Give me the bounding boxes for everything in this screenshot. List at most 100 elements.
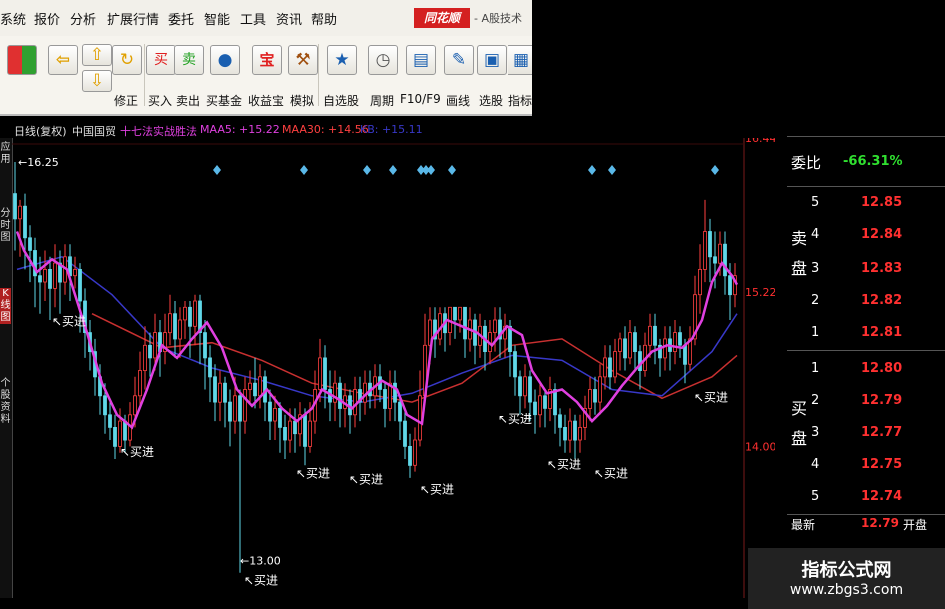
period-button[interactable]: ◷ 周期 xyxy=(364,40,400,110)
candle-body xyxy=(493,319,497,334)
buy-fund-label: 买基金 xyxy=(205,94,242,108)
period-text[interactable]: 日线(复权) xyxy=(14,123,67,139)
candle-body xyxy=(723,243,727,277)
candle-body xyxy=(223,382,227,403)
buy-fund-button[interactable]: ● 买基金 xyxy=(204,40,244,110)
tab-stock-profile[interactable]: 个股资料 xyxy=(0,378,11,426)
sell-row-2[interactable]: 2 12.82 xyxy=(787,286,945,316)
watchlist-button[interactable]: ★ 自选股 xyxy=(320,40,362,110)
buy-price: 12.80 xyxy=(861,361,903,376)
candle-body xyxy=(518,376,522,397)
candle-body xyxy=(618,338,622,352)
clock-icon: ◷ xyxy=(368,45,398,75)
signal-diamond xyxy=(300,165,308,175)
candle-body xyxy=(203,332,207,359)
menu-news[interactable]: 资讯 xyxy=(276,9,302,28)
order-book-divider xyxy=(787,514,945,515)
indicator-button[interactable]: ▦ 指标 xyxy=(508,40,532,110)
menu-tools[interactable]: 工具 xyxy=(240,9,266,28)
candle-body xyxy=(28,237,32,251)
low-price-label: ←13.00 xyxy=(240,555,281,568)
candle-body xyxy=(233,395,237,422)
candle-body xyxy=(573,420,577,441)
tab-apps[interactable]: 应用 xyxy=(0,142,11,166)
candle-body xyxy=(218,382,222,403)
signal-diamond xyxy=(588,165,596,175)
grid-icon xyxy=(7,45,37,75)
candle-body xyxy=(393,382,397,403)
menu-analysis[interactable]: 分析 xyxy=(70,9,96,28)
buy-row-5[interactable]: 5 12.74 xyxy=(787,482,945,512)
up-arrow-icon[interactable]: ⇧ xyxy=(82,44,112,66)
candle-body xyxy=(253,382,257,397)
buy-row-2[interactable]: 2 12.79 xyxy=(787,386,945,416)
menu-extended-quotes[interactable]: 扩展行情 xyxy=(107,9,159,28)
candle-body xyxy=(553,389,557,416)
sell-button[interactable]: 卖 卖出 xyxy=(174,40,204,110)
candle-body xyxy=(413,439,417,466)
menu-system[interactable]: 系统 xyxy=(0,9,26,28)
scroll-buttons[interactable]: ⇧ ⇩ xyxy=(82,40,112,110)
buy-row-1[interactable]: 1 12.80 xyxy=(787,354,945,384)
indicator-icon: ▦ xyxy=(508,45,532,75)
toolbar: ⇦ ⇧ ⇩ ↻ 修正 买 买入 卖 卖出 ● 买基金 宝 收益宝 ⚒ 模拟 ★ … xyxy=(0,36,532,116)
draw-line-button[interactable]: ✎ 画线 xyxy=(440,40,476,110)
candle-body xyxy=(73,268,77,277)
buy-price: 12.79 xyxy=(861,393,903,408)
buy-level: 5 xyxy=(811,489,820,504)
sell-row-3[interactable]: 3 12.83 xyxy=(787,254,945,284)
simulate-button[interactable]: ⚒ 模拟 xyxy=(288,40,318,110)
tab-kline[interactable]: K线图 xyxy=(0,288,11,324)
refresh-icon: ↻ xyxy=(112,45,142,75)
price-tick-label: 16.44 xyxy=(745,138,775,145)
price-tick-label: 14.00 xyxy=(745,440,775,453)
down-arrow-icon[interactable]: ⇩ xyxy=(82,70,112,92)
sell-price: 12.85 xyxy=(861,195,903,210)
sell-row-1[interactable]: 1 12.81 xyxy=(787,318,945,348)
simulate-label: 模拟 xyxy=(289,94,314,108)
candle-body xyxy=(318,357,322,390)
buy-price: 12.77 xyxy=(861,425,903,440)
candle-body xyxy=(623,338,627,359)
signal-diamond xyxy=(711,165,719,175)
buy-signal-label: ↖买进 xyxy=(244,574,278,588)
weibi-row: 委比 -66.31% xyxy=(787,136,945,187)
buy-level: 4 xyxy=(811,457,820,472)
back-button[interactable]: ⇦ xyxy=(42,40,82,110)
buy-signal-label: ↖买进 xyxy=(498,412,532,426)
candle-body xyxy=(563,426,567,441)
stock-screen-label: 选股 xyxy=(478,94,503,108)
sell-price: 12.84 xyxy=(861,227,903,242)
menu-help[interactable]: 帮助 xyxy=(311,9,337,28)
candle-body xyxy=(703,231,707,270)
candle-body xyxy=(113,426,117,447)
layout-button[interactable] xyxy=(4,40,38,110)
order-book-divider xyxy=(787,350,945,351)
draw-line-label: 画线 xyxy=(445,94,470,108)
buy-button[interactable]: 买 买入 xyxy=(146,40,176,110)
watchlist-label: 自选股 xyxy=(322,94,359,108)
f10-button[interactable]: ▤ F10/F9 xyxy=(400,40,441,110)
correct-button[interactable]: ↻ 修正 xyxy=(110,40,142,110)
buy-price: 12.74 xyxy=(861,489,903,504)
menu-order[interactable]: 委托 xyxy=(168,9,194,28)
candle-body xyxy=(648,325,652,346)
weibi-label: 委比 xyxy=(791,154,822,172)
candle-body xyxy=(213,376,217,403)
candle-body xyxy=(398,401,402,422)
tab-intraday[interactable]: 分时图 xyxy=(0,208,11,244)
menu-quote[interactable]: 报价 xyxy=(34,9,60,28)
sell-row-5[interactable]: 5 12.85 xyxy=(787,188,945,218)
buy-row-3[interactable]: 3 12.77 xyxy=(787,418,945,448)
candle-body xyxy=(603,357,607,378)
price-axis: 16.44 15.22 14.00 xyxy=(745,138,775,453)
watermark-url: www.zbgs3.com xyxy=(789,582,904,598)
treasure-button[interactable]: 宝 收益宝 xyxy=(246,40,286,110)
buy-row-4[interactable]: 4 12.75 xyxy=(787,450,945,480)
sell-row-4[interactable]: 4 12.84 xyxy=(787,220,945,250)
candle-body xyxy=(248,382,252,390)
kline-chart[interactable]: ↖买进 ↖买进 ↖买进 ↖买进 ↖买进 ↖买进 ↖买进 ↖买进 ↖买进 ↖买进 ←16.25 ←13… xyxy=(12,138,745,598)
menu-smart[interactable]: 智能 xyxy=(204,9,230,28)
candle-body xyxy=(678,332,682,346)
stock-screen-button[interactable]: ▣ 选股 xyxy=(476,40,507,110)
